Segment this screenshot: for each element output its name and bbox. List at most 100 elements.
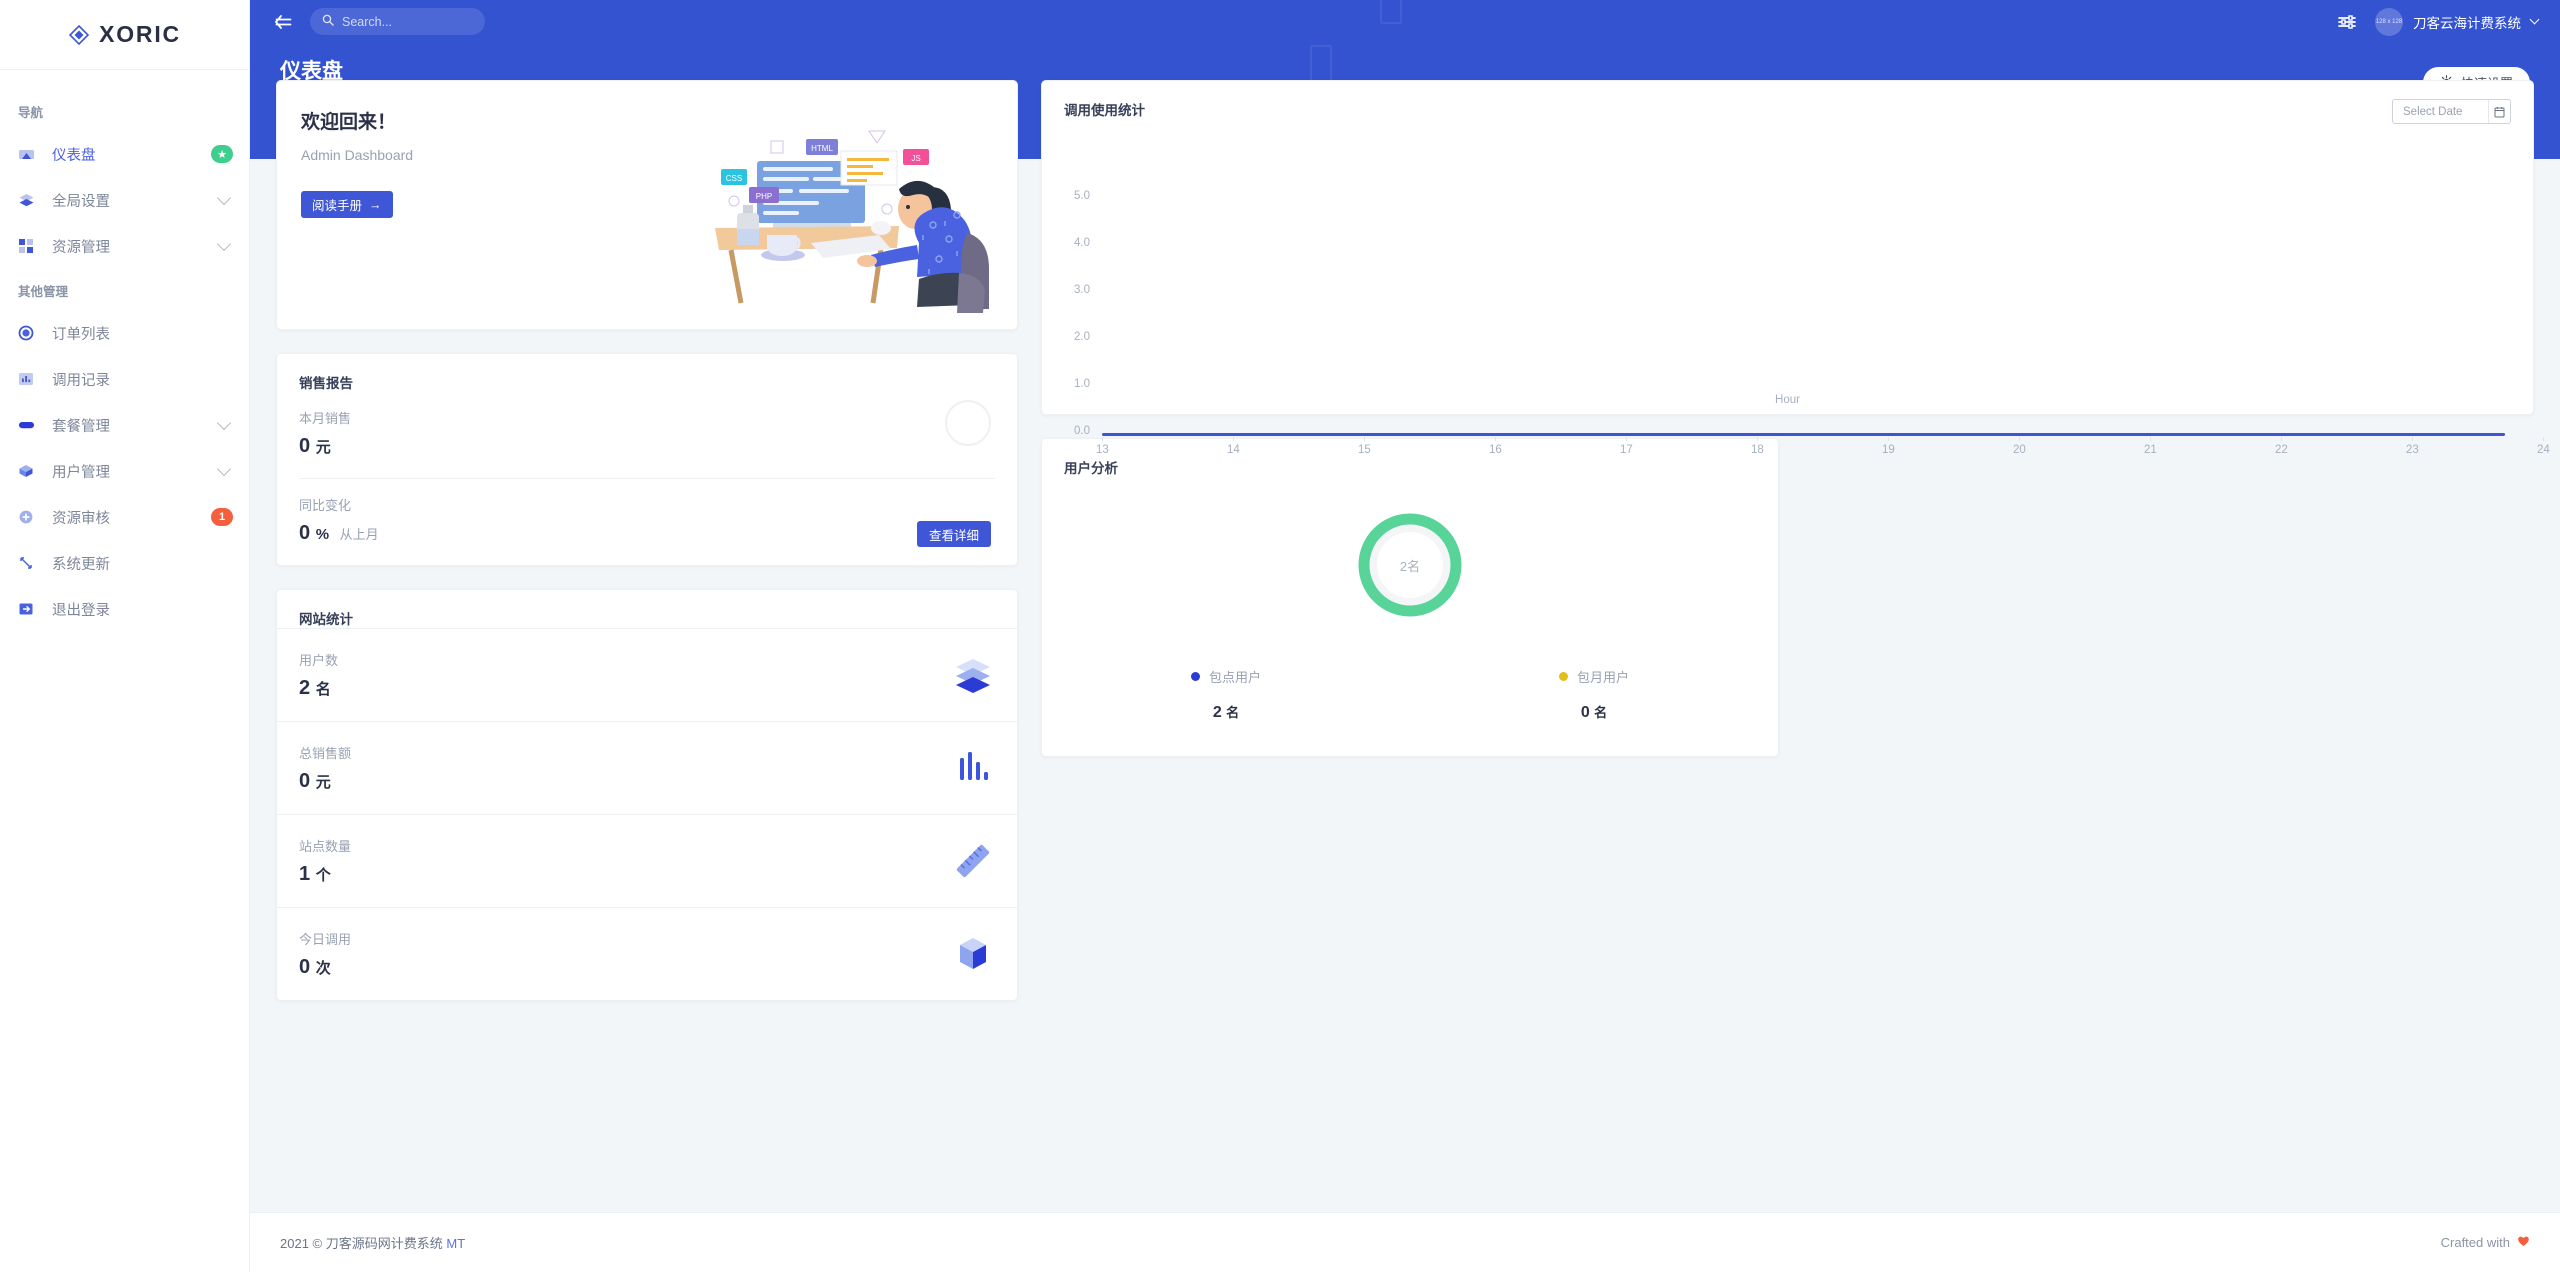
cube-3d-icon: [951, 932, 995, 976]
stat-unit: 元: [315, 774, 331, 791]
stat-label: 站点数量: [299, 839, 352, 854]
yoy-change-number: 0: [299, 522, 311, 544]
sidebar-item-global-settings[interactable]: 全局设置: [0, 177, 249, 223]
user-menu[interactable]: 128 x 128 刀客云海计费系统: [2375, 7, 2540, 36]
svg-text:PHP: PHP: [756, 192, 772, 201]
footer-year: 2021 ©: [280, 1236, 323, 1251]
sidebar-item-label: 退出登录: [52, 602, 110, 619]
usage-data-line: [1102, 433, 2505, 436]
view-detail-button[interactable]: 查看详细: [916, 521, 991, 547]
svg-text:HTML: HTML: [811, 144, 833, 153]
x-tick-label: 22: [2275, 444, 2288, 456]
read-manual-label: 阅读手册: [312, 199, 363, 213]
y-tick-label: 5.0: [1074, 190, 1090, 202]
topbar-right: 128 x 128 刀客云海计费系统: [2337, 7, 2540, 36]
site-statistics-card: 网站统计 用户数 2 名 总销售额 0 元 站点数量 1 个 今日调用 0 次: [276, 589, 1018, 1001]
sidebar-nav: 导航 仪表盘 ★ 全局设置 资源管理 其他管理 订单列表 调用记录 套餐管理 用…: [0, 70, 249, 632]
stat-number: 0: [299, 770, 311, 792]
legend-label: 包点用户: [1208, 670, 1261, 685]
legend-item-monthly-users: 包月用户 0 名: [1410, 667, 1778, 722]
sidebar: XORIC 导航 仪表盘 ★ 全局设置 资源管理 其他管理 订单列表 调用记录 …: [0, 0, 250, 1272]
sidebar-item-label: 全局设置: [52, 193, 110, 210]
topbar: Search... 128 x 128 刀客云海计费系统: [250, 0, 2560, 43]
stat-row-site-count: 站点数量 1 个: [277, 814, 1017, 907]
sidebar-item-label: 仪表盘: [52, 147, 96, 164]
avatar: 128 x 128: [2375, 7, 2403, 36]
x-tick-label: 21: [2144, 444, 2157, 456]
stat-row-total-sales: 总销售额 0 元: [277, 721, 1017, 814]
app-root: XORIC 导航 仪表盘 ★ 全局设置 资源管理 其他管理 订单列表 调用记录 …: [0, 0, 2560, 1272]
user-name: 刀客云海计费系统: [2413, 15, 2521, 31]
circle-icon: [18, 325, 44, 341]
y-tick-label: 0.0: [1074, 425, 1090, 437]
svg-text:JS: JS: [911, 154, 920, 163]
brand-name: XORIC: [99, 21, 181, 47]
welcome-card: 欢迎回来！ Admin Dashboard 阅读手册 → CSS PHP HTM…: [276, 80, 1018, 330]
usage-chart-card: 调用使用统计 Select Date 5.0 4.0 3.0 2.0 1.0 0…: [1041, 80, 2550, 456]
collapse-left-icon[interactable]: [272, 14, 294, 30]
heart-icon: [2517, 1235, 2530, 1250]
chevron-down-icon: [2529, 14, 2540, 25]
footer-site-name: 刀客源码网计费系统: [325, 1236, 443, 1251]
x-tick: [1888, 437, 1889, 441]
sidebar-item-package-management[interactable]: 套餐管理: [0, 402, 249, 448]
x-tick-label: 20: [2013, 444, 2026, 456]
chevron-down-icon: [216, 236, 232, 252]
usage-line-chart: 5.0 4.0 3.0 2.0 1.0 0.0 13 14 15 16 17 1…: [1042, 136, 2550, 456]
sidebar-item-order-list[interactable]: 订单列表: [0, 310, 249, 356]
footer-credit-text: Crafted with: [2440, 1235, 2510, 1250]
sidebar-item-resource-management[interactable]: 资源管理: [0, 223, 249, 269]
sidebar-item-resource-audit[interactable]: 资源审核 1: [0, 494, 249, 540]
left-column: 欢迎回来！ Admin Dashboard 阅读手册 → CSS PHP HTM…: [276, 80, 1018, 1001]
legend-dot: [1190, 672, 1200, 681]
nav-section-title-0: 导航: [18, 106, 44, 120]
sidebar-item-dashboard[interactable]: 仪表盘 ★: [0, 131, 249, 177]
svg-text:CSS: CSS: [726, 174, 742, 183]
sidebar-item-logout[interactable]: 退出登录: [0, 586, 249, 632]
stat-number: 2: [299, 677, 311, 699]
sidebar-item-label: 资源审核: [52, 510, 110, 527]
calendar-icon[interactable]: [2488, 100, 2510, 123]
sidebar-item-user-management[interactable]: 用户管理: [0, 448, 249, 494]
right-column: 调用使用统计 Select Date 5.0 4.0 3.0 2.0 1.0 0…: [1041, 80, 2550, 757]
sidebar-item-call-records[interactable]: 调用记录: [0, 356, 249, 402]
monthly-sales-number: 0: [299, 435, 311, 457]
stat-label: 用户数: [299, 653, 339, 668]
chevron-down-icon: [216, 190, 232, 206]
monthly-sales-value: 0 元: [299, 435, 995, 458]
legend-value: 0 名: [1581, 702, 1607, 722]
x-axis-title: Hour: [1775, 394, 1800, 406]
x-tick-label: 13: [1096, 444, 1109, 456]
user-analysis-legend: 包点用户 2 名 包月用户 0 名: [1042, 667, 1778, 756]
x-tick: [2150, 437, 2151, 441]
legend-unit: 名: [1226, 705, 1240, 720]
footer-tag[interactable]: MT: [446, 1236, 465, 1251]
stat-unit: 次: [315, 960, 331, 977]
monthly-sales-label: 本月销售: [299, 411, 352, 426]
x-tick: [1102, 437, 1103, 441]
read-manual-button[interactable]: 阅读手册 →: [301, 191, 393, 218]
sidebar-item-system-update[interactable]: 系统更新: [0, 540, 249, 586]
date-picker[interactable]: Select Date: [2392, 99, 2511, 124]
stat-value: 1 个: [299, 863, 351, 886]
footer: 2021 © 刀客源码网计费系统 MT Crafted with: [250, 1212, 2560, 1272]
legend-value: 2 名: [1213, 702, 1239, 722]
x-tick: [1626, 437, 1627, 441]
grid-icon: [18, 238, 44, 254]
x-tick: [2412, 437, 2413, 441]
brand-logo[interactable]: XORIC: [0, 0, 249, 70]
legend-number: 2: [1212, 704, 1222, 721]
legend-dot: [1558, 672, 1568, 681]
sliders-icon[interactable]: [2337, 14, 2357, 30]
legend-number: 0: [1580, 704, 1590, 721]
x-tick: [1233, 437, 1234, 441]
stat-value: 0 元: [299, 770, 351, 793]
sidebar-item-label: 套餐管理: [52, 418, 110, 435]
x-tick-label: 23: [2406, 444, 2419, 456]
arrow-right-icon: →: [369, 197, 382, 212]
sidebar-item-label: 用户管理: [52, 464, 110, 481]
cube-icon: [18, 463, 44, 479]
search-input[interactable]: Search...: [310, 8, 485, 35]
sidebar-item-label: 调用记录: [52, 372, 110, 389]
yoy-change-unit: %: [315, 526, 330, 543]
